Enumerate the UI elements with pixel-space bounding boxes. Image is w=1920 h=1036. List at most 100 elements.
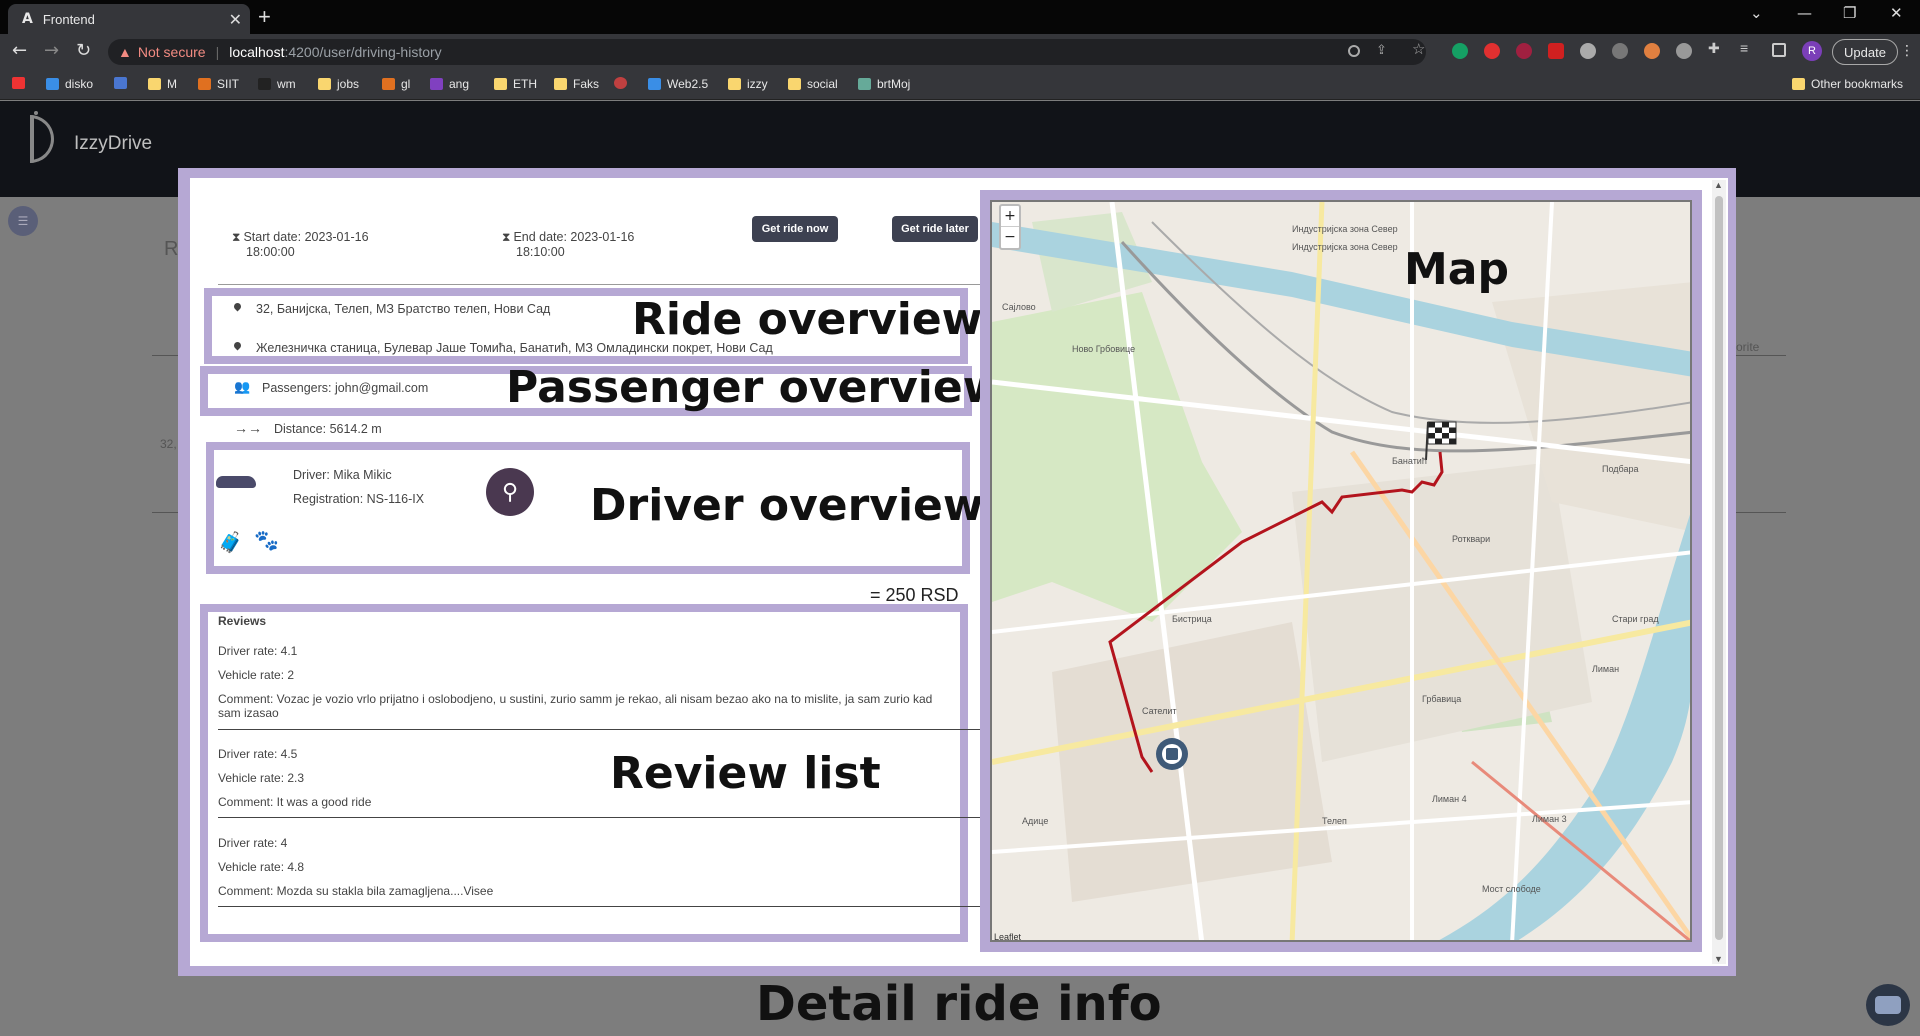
chat-button[interactable]	[1866, 984, 1910, 1026]
bookmark-item[interactable]: ang	[430, 77, 469, 91]
angular-favicon-icon: A	[22, 11, 33, 27]
bookmark-item[interactable]: izzy	[728, 77, 768, 91]
browser-tab-bar: A Frontend ✕ + ⌄ — ❐ ✕	[0, 0, 1920, 34]
other-bookmarks[interactable]: Other bookmarks	[1792, 77, 1903, 91]
restore-icon[interactable]: ❐	[1843, 4, 1856, 22]
map-place-label: Сателит	[1142, 706, 1177, 716]
tab-title: Frontend	[42, 11, 95, 27]
share-icon[interactable]: ⇪	[1376, 42, 1392, 58]
distance: Distance: 5614.2 m	[274, 422, 382, 436]
ride-overview-annotation: Ride overview	[632, 294, 983, 345]
warning-icon: ▲	[118, 44, 132, 60]
address-bar-row: ← → ↻ ▲ Not secure | localhost :4200/use…	[0, 34, 1920, 70]
update-button[interactable]: Update	[1832, 39, 1898, 65]
map-place-label: Индустријска зона Север	[1292, 242, 1398, 252]
modal-scrollbar[interactable]: ▲ ▼	[1712, 180, 1726, 964]
driver-avatar: ⚲	[486, 468, 534, 516]
vehicle-registration: Registration: NS-116-IX	[293, 492, 425, 506]
end-date: ⧗ End date: 2023-01-16 18:10:00	[502, 230, 635, 259]
bookmark-item[interactable]: gl	[382, 77, 410, 91]
youtube-bookmark[interactable]	[12, 77, 25, 89]
metamask-icon[interactable]	[1644, 43, 1660, 59]
chat-icon	[1875, 996, 1901, 1014]
map-place-label: Лиман	[1592, 664, 1619, 674]
review-comment: Comment: Mozda su stakla bila zamagljena…	[218, 884, 494, 898]
bookmark-item[interactable]: SIIT	[198, 77, 239, 91]
start-date: ⧗ Start date: 2023-01-16 18:00:00	[232, 230, 369, 259]
bookmarks-bar: disko M SIIT wm jobs gl ang ETH Faks Web…	[0, 70, 1920, 100]
detail-ride-info-annotation: Detail ride info	[756, 976, 1162, 1032]
review-vehicle-rate: Vehicle rate: 2.3	[218, 771, 305, 785]
map-annotation: Map	[1404, 244, 1509, 295]
security-warning: Not secure	[137, 44, 206, 60]
close-window-icon[interactable]: ✕	[1890, 4, 1903, 22]
extension-icon[interactable]	[1612, 43, 1628, 59]
bookmark-item[interactable]	[614, 77, 633, 89]
bookmark-item[interactable]: jobs	[318, 77, 359, 91]
minimize-icon[interactable]: —	[1797, 4, 1812, 22]
start-marker-icon	[1156, 738, 1188, 770]
passenger-overview-annotation: Passenger overview	[506, 362, 1004, 413]
get-ride-later-button[interactable]: Get ride later	[892, 216, 978, 242]
map-zoom-control: + −	[999, 204, 1021, 250]
close-tab-icon[interactable]: ✕	[229, 10, 242, 30]
bookmark-item[interactable]: brtMoj	[858, 77, 910, 91]
url-path: :4200/user/driving-history	[284, 44, 442, 60]
extension-icon[interactable]	[1676, 43, 1692, 59]
get-ride-now-button[interactable]: Get ride now	[752, 216, 838, 242]
map-place-label: Бистрица	[1172, 614, 1212, 624]
zoom-icon[interactable]	[1348, 45, 1360, 57]
reading-list-icon[interactable]: ≡	[1740, 40, 1756, 56]
map-place-label: Телеп	[1322, 816, 1347, 826]
review-comment: Comment: Vozac je vozio vrlo prijatno i …	[218, 692, 933, 706]
side-panel-icon[interactable]	[1772, 43, 1786, 57]
puzzle-icon[interactable]: ✚	[1708, 40, 1724, 56]
reviews-title: Reviews	[218, 614, 267, 628]
tab-search-icon[interactable]: ⌄	[1750, 4, 1763, 22]
map-place-label: Индустријска зона Север	[1292, 224, 1398, 234]
bookmark-item[interactable]	[114, 77, 133, 89]
extension-icon[interactable]	[1484, 43, 1500, 59]
zoom-in-button[interactable]: +	[1001, 206, 1019, 226]
bookmark-item[interactable]: disko	[46, 77, 93, 91]
reload-icon[interactable]: ↻	[76, 40, 91, 61]
page-title: R	[164, 238, 179, 260]
youtube-ext-icon[interactable]	[1548, 43, 1564, 59]
extension-icon[interactable]	[1580, 43, 1596, 59]
profile-avatar[interactable]: R	[1802, 41, 1822, 61]
map-place-label: Ново Грбовице	[1072, 344, 1135, 354]
hourglass-icon: ⧗	[232, 230, 241, 244]
bookmark-item[interactable]: Web2.5	[648, 77, 708, 91]
review-vehicle-rate: Vehicle rate: 2	[218, 668, 295, 682]
map-canvas[interactable]: Leaflet Индустријска зона Север Индустриј…	[992, 202, 1692, 942]
grammarly-icon[interactable]	[1452, 43, 1468, 59]
sidebar-toggle-icon[interactable]: ☰	[8, 206, 38, 236]
browser-tab[interactable]: A Frontend ✕	[8, 4, 250, 34]
map-place-label: Сајлово	[1002, 302, 1036, 312]
star-icon[interactable]: ☆	[1412, 40, 1428, 58]
passengers-icon: 👥	[234, 379, 251, 394]
map-place-label: Подбара	[1602, 464, 1639, 474]
new-tab-button[interactable]: +	[258, 4, 271, 30]
bookmark-item[interactable]: Faks	[554, 77, 599, 91]
driver-overview-annotation: Driver overview	[590, 480, 984, 531]
map-place-label: Адице	[1022, 816, 1048, 826]
bookmark-item[interactable]: ETH	[494, 77, 537, 91]
back-icon[interactable]: ←	[12, 40, 27, 61]
ride-price: = 250 RSD	[870, 585, 959, 605]
forward-icon[interactable]: →	[44, 40, 59, 61]
ride-map[interactable]: Leaflet Индустријска зона Север Индустриј…	[990, 200, 1692, 942]
from-address: 32, Банијска, Телеп, МЗ Братство телеп, …	[256, 302, 551, 316]
table-cell: 32,	[160, 437, 177, 451]
passenger-list: Passengers: john@gmail.com	[262, 381, 429, 395]
zoom-out-button[interactable]: −	[1001, 226, 1019, 247]
distance-arrow-icon: →→	[234, 420, 262, 436]
extension-icon[interactable]	[1516, 43, 1532, 59]
url-field[interactable]: ▲ Not secure | localhost :4200/user/driv…	[108, 39, 1426, 65]
review-vehicle-rate: Vehicle rate: 4.8	[218, 860, 305, 874]
logo-icon	[34, 111, 38, 115]
bookmark-item[interactable]: M	[148, 77, 177, 91]
menu-icon[interactable]: ⋮	[1900, 43, 1914, 59]
bookmark-item[interactable]: wm	[258, 77, 296, 91]
bookmark-item[interactable]: social	[788, 77, 838, 91]
